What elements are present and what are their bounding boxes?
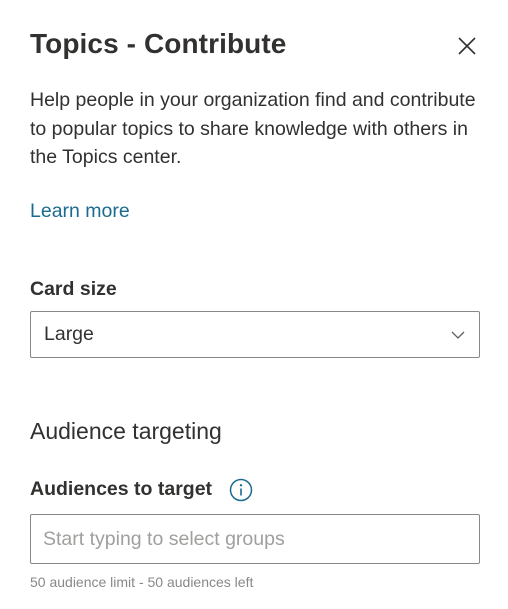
audience-targeting-heading: Audience targeting xyxy=(30,418,222,444)
panel-title: Topics - Contribute xyxy=(30,28,287,59)
chevron-down-icon xyxy=(451,331,465,339)
topics-contribute-panel: Topics - Contribute Help people in your … xyxy=(0,0,508,609)
card-size-label: Card size xyxy=(30,278,117,300)
audience-search-input[interactable] xyxy=(30,514,480,564)
learn-more-link[interactable]: Learn more xyxy=(30,200,130,223)
card-size-selected-value: Large xyxy=(44,323,94,345)
close-button[interactable] xyxy=(452,31,482,61)
card-size-dropdown[interactable]: Large xyxy=(30,311,480,358)
panel-description: Help people in your organization find an… xyxy=(30,89,476,168)
audiences-to-target-label: Audiences to target xyxy=(30,478,213,500)
audience-limit-helper: 50 audience limit - 50 audiences left xyxy=(30,574,254,590)
info-icon[interactable] xyxy=(229,478,253,502)
close-icon xyxy=(458,37,476,55)
